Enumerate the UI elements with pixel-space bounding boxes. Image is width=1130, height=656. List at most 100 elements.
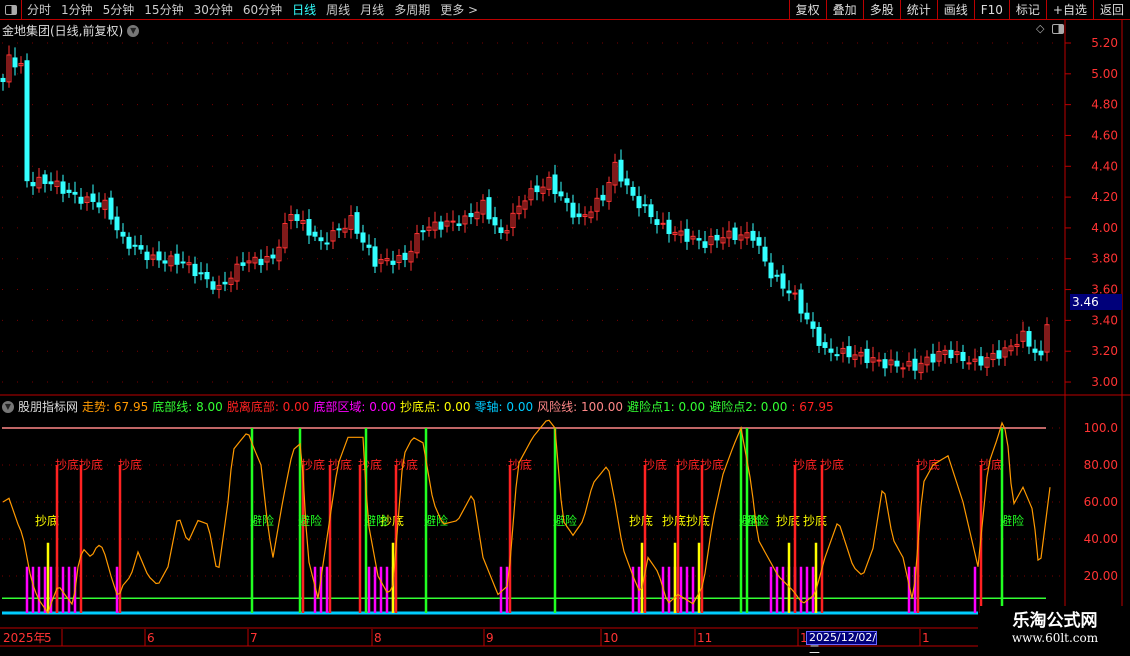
candle-body [192, 263, 198, 277]
candle-body [1032, 348, 1038, 353]
candle-body [126, 236, 132, 249]
candle-body [324, 242, 330, 245]
buy-point-label: 抄底 [629, 513, 653, 528]
indicator-tick: 20.00 [1084, 569, 1118, 583]
candle-body [72, 191, 78, 195]
candle-body [762, 246, 768, 262]
candle-body [240, 262, 246, 266]
buy-point-label: 抄底 [662, 513, 686, 528]
candle-body [966, 362, 972, 365]
buy-signal-label: 抄底 [979, 457, 1003, 472]
candle-body [258, 258, 264, 266]
candle-body [360, 232, 366, 243]
buy-signal-label: 抄底 [394, 457, 418, 472]
candle-body [132, 244, 138, 247]
candle-body [210, 281, 216, 290]
candle-body [624, 178, 630, 186]
candle-body [120, 231, 126, 237]
candle-body [486, 197, 492, 220]
candle-body [732, 227, 738, 241]
candle-body [660, 222, 666, 225]
buy-signal-label: 抄底 [643, 457, 667, 472]
candle-body [780, 273, 786, 289]
watermark-url: www.60lt.com [1011, 631, 1099, 645]
candle-body [978, 356, 984, 366]
candle-body [792, 292, 798, 295]
price-tick: 3.80 [1091, 252, 1118, 266]
date-label: 1 [922, 631, 930, 645]
candle-body [336, 228, 342, 231]
candle-body [90, 193, 96, 202]
buy-signal-label: 抄底 [79, 457, 103, 472]
candle-body [372, 246, 378, 267]
price-tick: 5.20 [1091, 36, 1118, 50]
candle-body [270, 254, 276, 259]
trend-line [2, 419, 1051, 615]
price-tick: 4.60 [1091, 128, 1118, 142]
indicator-tick: 40.00 [1084, 532, 1118, 546]
date-label: 10 [603, 631, 618, 645]
legend-item: 抄底点: 0.00 [399, 400, 471, 414]
buy-signal-label: 抄底 [508, 457, 532, 472]
candle-body [570, 202, 576, 218]
buy-signal-label: 抄底 [793, 457, 817, 472]
date-label: 2025年 [3, 631, 46, 645]
legend-item: 风险线: 100.00 [537, 400, 623, 414]
candle-body [882, 359, 888, 369]
legend-item: 脱离底部: 0.00 [226, 400, 310, 414]
candle-body [204, 271, 210, 280]
candle-body [786, 290, 792, 294]
candle-body [804, 312, 810, 320]
candle-body [12, 57, 18, 68]
candle-body [1038, 350, 1044, 356]
candle-body [450, 220, 456, 223]
candle-body [24, 60, 30, 182]
candle-body [834, 354, 840, 357]
candle-body [222, 281, 228, 285]
candle-body [1026, 331, 1032, 347]
candle-body [198, 272, 204, 275]
candle-body [600, 194, 606, 201]
candle-body [162, 260, 168, 264]
candle-body [438, 221, 444, 230]
candle-body [144, 251, 150, 261]
chart-canvas[interactable]: 5.205.004.804.604.404.204.003.803.603.40… [0, 0, 1130, 650]
buy-signal-label: 抄底 [358, 457, 382, 472]
date-label: 9 [486, 631, 494, 645]
legend-item: : 67.95 [791, 399, 834, 414]
candle-body [78, 196, 84, 204]
candle-body [630, 186, 636, 196]
candle-body [846, 346, 852, 358]
candle-body [180, 261, 186, 264]
candle-body [768, 262, 774, 279]
avoid-signal-label: 避险 [298, 513, 322, 528]
buy-signal-label: 抄底 [676, 457, 700, 472]
candle-body [456, 223, 462, 226]
avoid-signal-label: 避险 [745, 513, 769, 528]
chevron-down-icon[interactable]: ▼ [2, 400, 14, 413]
legend-item: 底部区域: 0.00 [313, 400, 396, 414]
date-label: 6 [147, 631, 155, 645]
candle-body [996, 350, 1002, 359]
candle-body [390, 260, 396, 265]
candle-body [684, 228, 690, 242]
avoid-signal-label: 避险 [424, 513, 448, 528]
candle-body [306, 219, 312, 236]
price-tick: 4.40 [1091, 159, 1118, 173]
candle-body [912, 358, 918, 371]
buy-signal-label: 抄底 [916, 457, 940, 472]
candle-body [468, 213, 474, 218]
indicator-name: 股朋指标网 [18, 400, 79, 414]
candle-body [366, 244, 372, 248]
legend-item: 走势: 67.95 [82, 400, 149, 414]
candle-body [114, 216, 120, 231]
price-tick: 3.00 [1091, 375, 1118, 389]
candle-body [402, 252, 408, 260]
candle-body [876, 359, 882, 362]
candle-body [0, 77, 6, 83]
candle-body [156, 251, 162, 261]
candle-body [534, 185, 540, 193]
candle-body [948, 349, 954, 359]
candle-body [42, 174, 48, 184]
candle-body [108, 197, 114, 220]
